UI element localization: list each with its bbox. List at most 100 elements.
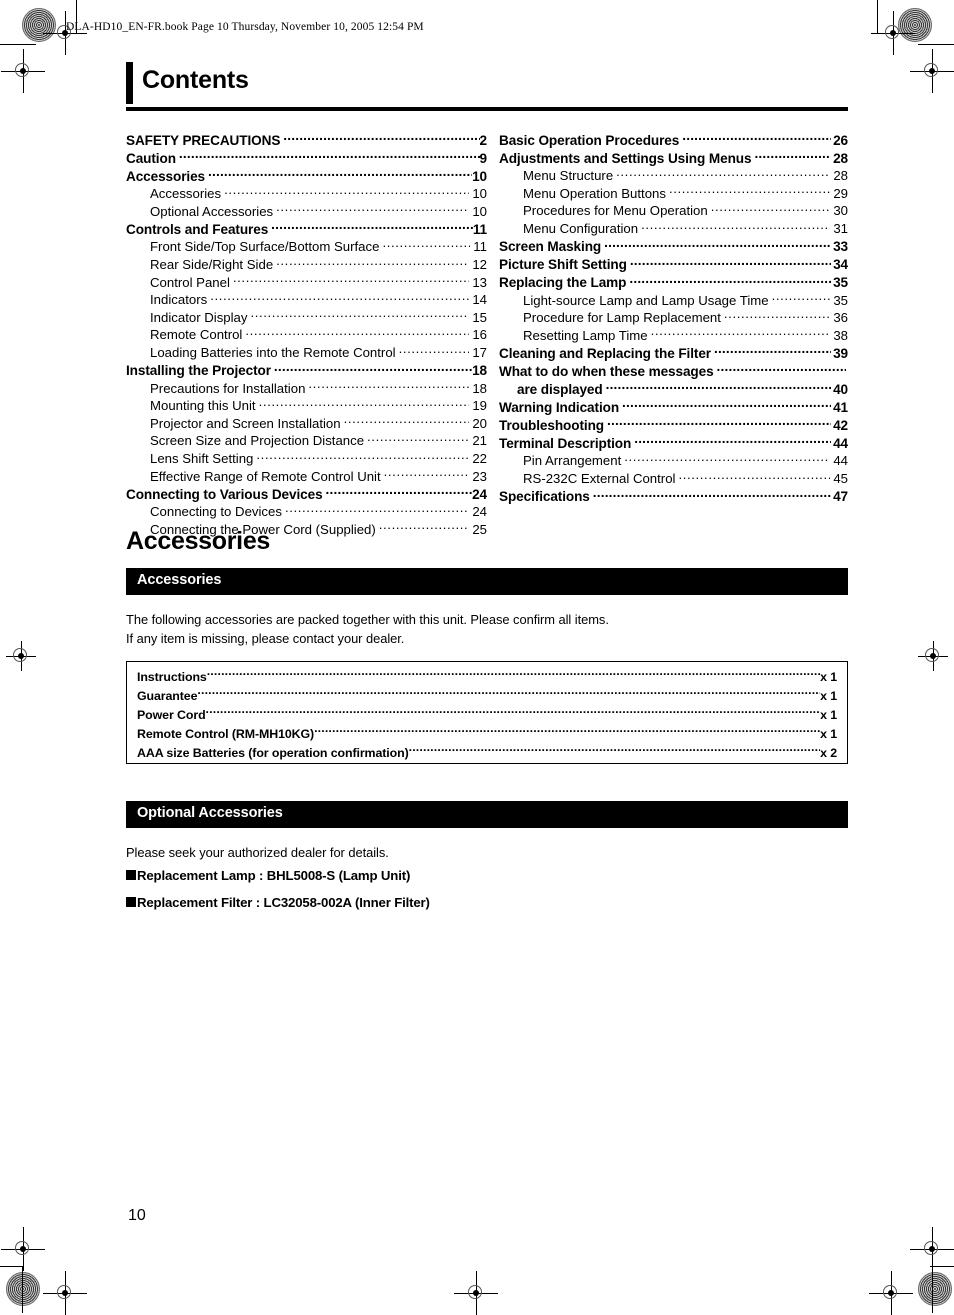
toc-entry[interactable]: Menu Configuration 31 [499,220,848,238]
toc-entry-page: 18 [472,380,487,396]
toc-entry-label: Precautions for Installation [150,380,306,396]
toc-entry[interactable]: Procedure for Lamp Replacement 36 [499,309,848,327]
toc-entry-label: Screen Masking [499,238,602,254]
toc-entry-label: Lens Shift Setting [150,450,254,466]
book-file-header: DLA-HD10_EN-FR.book Page 10 Thursday, No… [66,21,424,33]
toc-entry[interactable]: Connecting to Various Devices 24 [126,485,487,503]
toc-entry[interactable]: Connecting to Devices 24 [126,503,487,521]
accessory-quantity: x 1 [820,727,837,742]
toc-entry-label: Resetting Lamp Time [523,327,648,343]
toc-entry[interactable]: Indicators 14 [126,291,487,309]
toc-leader-dots [399,344,470,357]
heading-accent-bar [126,62,133,104]
toc-entry-page: 35 [833,292,848,308]
section-bar-optional-accessories: Optional Accessories [126,801,848,828]
toc-entry-page: 20 [472,415,487,431]
toc-entry[interactable]: Replacing the Lamp 35 [499,273,848,291]
toc-entry[interactable]: Caution 9 [126,149,487,167]
toc-entry-label: What to do when these messages [499,363,714,379]
accessory-row: AAA size Batteries (for operation confir… [137,744,837,763]
toc-entry[interactable]: Terminal Description 44 [499,434,848,452]
toc-entry[interactable]: Accessories 10 [126,185,487,203]
toc-entry-label: Mounting this Unit [150,398,256,414]
toc-entry-page: 15 [472,309,487,325]
toc-entry[interactable]: Rear Side/Right Side 12 [126,256,487,274]
toc-entry[interactable]: Effective Range of Remote Control Unit 23 [126,467,487,485]
toc-entry[interactable]: Indicator Display 15 [126,309,487,327]
toc-leader-dots [622,398,831,412]
toc-entry-label: Controls and Features [126,221,269,237]
toc-entry-label: Connecting to Various Devices [126,486,323,502]
toc-entry-label: Indicator Display [150,309,248,325]
toc-entry-label: Warning Indication [499,399,620,415]
toc-leader-dots [285,503,469,516]
toc-entry-label: Cleaning and Replacing the Filter [499,345,711,361]
toc-entry[interactable]: Front Side/Top Surface/Bottom Surface 11 [126,238,487,256]
toc-entry-label: Menu Configuration [523,220,639,236]
toc-entry[interactable]: Pin Arrangement 44 [499,452,848,470]
toc-entry-page: 45 [833,470,848,486]
toc-entry[interactable]: Screen Masking 33 [499,237,848,255]
toc-leader-dots [714,344,831,358]
accessory-label: Power Cord [137,708,206,723]
toc-entry-page: 39 [833,345,848,361]
table-of-contents: SAFETY PRECAUTIONS 2 Caution 9 Accessories 10… [126,131,848,538]
toc-entry[interactable]: Loading Batteries into the Remote Contro… [126,344,487,362]
toc-leader-dots [326,485,473,499]
toc-entry-page: 35 [833,274,848,290]
toc-entry[interactable]: RS-232C External Control 45 [499,470,848,488]
toc-entry[interactable]: What to do when these messages [499,362,848,380]
toc-entry[interactable]: Warning Indication 41 [499,398,848,416]
toc-entry[interactable]: Adjustments and Settings Using Menus 28 [499,149,848,167]
toc-entry-page: 33 [833,238,848,254]
toc-entry[interactable]: Specifications 47 [499,487,848,505]
accessory-label: AAA size Batteries (for operation confir… [137,746,409,761]
toc-entry[interactable]: Screen Size and Projection Distance 21 [126,432,487,450]
toc-entry[interactable]: Mounting this Unit 19 [126,397,487,415]
toc-leader-dots [367,432,469,445]
toc-entry[interactable]: Troubleshooting 42 [499,416,848,434]
toc-entry[interactable]: Controls and Features 11 [126,220,487,238]
toc-entry-label: Installing the Projector [126,362,271,378]
toc-entry[interactable]: Menu Operation Buttons 29 [499,185,848,203]
toc-entry[interactable]: are displayed 40 [499,380,848,398]
toc-entry[interactable]: Control Panel 13 [126,273,487,291]
toc-entry[interactable]: Projector and Screen Installation 20 [126,415,487,433]
toc-entry[interactable]: Optional Accessories 10 [126,203,487,221]
toc-entry-page: 13 [472,274,487,290]
toc-entry[interactable]: Accessories 10 [126,167,487,185]
toc-column-left: SAFETY PRECAUTIONS 2 Caution 9 Accessories 10… [126,131,487,538]
toc-entry-label: are displayed [517,381,603,397]
toc-entry[interactable]: Remote Control 16 [126,326,487,344]
toc-entry[interactable]: SAFETY PRECAUTIONS 2 [126,131,487,149]
toc-leader-dots [682,131,831,145]
toc-entry[interactable]: Basic Operation Procedures 26 [499,131,848,149]
toc-entry-page: 31 [833,220,848,236]
toc-leader-dots [641,220,830,233]
toc-entry-page: 24 [472,504,487,520]
toc-leader-dots [276,256,469,269]
toc-entry[interactable]: Cleaning and Replacing the Filter 39 [499,344,848,362]
section-bar-accessories: Accessories [126,568,848,595]
square-bullet-icon [126,870,136,880]
toc-entry[interactable]: Menu Structure 28 [499,167,848,185]
toc-entry-label: Projector and Screen Installation [150,415,341,431]
toc-entry[interactable]: Lens Shift Setting 22 [126,450,487,468]
toc-entry[interactable]: Precautions for Installation 18 [126,379,487,397]
toc-leader-dots [711,202,831,215]
toc-entry-label: Loading Batteries into the Remote Contro… [150,344,396,360]
toc-entry-page: 36 [833,310,848,326]
toc-entry[interactable]: Picture Shift Setting 34 [499,255,848,273]
toc-entry-page: 22 [472,450,487,466]
toc-entry-page: 11 [472,221,487,237]
toc-entry[interactable]: Procedures for Menu Operation 30 [499,202,848,220]
toc-entry-label: Procedures for Menu Operation [523,203,708,219]
toc-entry[interactable]: Installing the Projector 18 [126,361,487,379]
toc-entry-page: 11 [473,239,487,255]
toc-entry-page: 19 [472,398,487,414]
toc-entry-label: Picture Shift Setting [499,256,627,272]
toc-entry-page: 29 [833,185,848,201]
toc-entry[interactable]: Light-source Lamp and Lamp Usage Time 35 [499,291,848,309]
toc-entry[interactable]: Resetting Lamp Time 38 [499,327,848,345]
accessories-intro-line-2: If any item is missing, please contact y… [126,631,405,646]
